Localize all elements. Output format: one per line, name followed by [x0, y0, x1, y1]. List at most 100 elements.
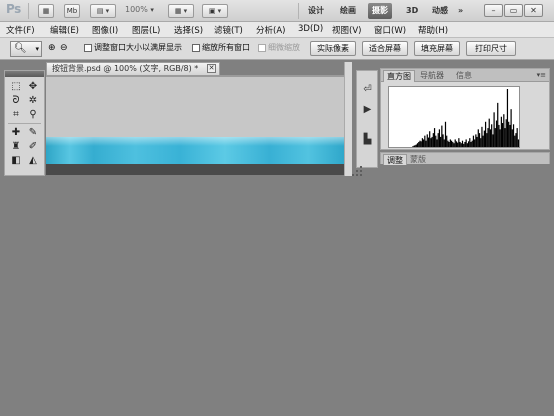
screen-mode-icon: ▣ — [208, 7, 216, 15]
gradient-tool-icon[interactable]: ◭ — [26, 155, 40, 167]
workspace-design[interactable]: 设计 — [304, 3, 328, 19]
clone-stamp-icon[interactable]: ♜ — [9, 141, 23, 153]
document-canvas[interactable] — [46, 77, 344, 175]
menu-filter[interactable]: 滤镜(T) — [214, 24, 243, 36]
scrubby-zoom-checkbox[interactable] — [258, 44, 266, 52]
histogram-bar — [482, 135, 484, 147]
zoom-in-icon[interactable]: ⊕ — [48, 43, 56, 53]
crop-tool-icon[interactable]: ⌗ — [9, 109, 23, 121]
histogram-bar — [419, 140, 421, 147]
histogram-bar — [418, 141, 420, 147]
magic-wand-icon[interactable]: ✲ — [26, 95, 40, 107]
histogram-bar — [512, 124, 515, 147]
menu-file[interactable]: 文件(F) — [6, 24, 35, 36]
actions-panel-icon[interactable]: ▶ — [361, 103, 374, 116]
view-extras-button[interactable]: ▤ ▾ — [90, 4, 116, 18]
menu-edit[interactable]: 编辑(E) — [50, 24, 79, 36]
zoom-value: 100% — [125, 5, 148, 14]
print-size-button[interactable]: 打印尺寸 — [466, 41, 516, 56]
workspace-motion[interactable]: 动感 — [428, 3, 452, 19]
restore-button[interactable]: ▭ — [504, 4, 523, 17]
menu-bar: 文件(F) 编辑(E) 图像(I) 图层(L) 选择(S) 滤镜(T) 分析(A… — [0, 22, 554, 38]
menu-select[interactable]: 选择(S) — [174, 24, 203, 36]
tab-navigator[interactable]: 导航器 — [417, 70, 447, 82]
tab-adjustments[interactable]: 调整 — [383, 154, 407, 165]
fill-screen-button[interactable]: 填充屏幕 — [414, 41, 460, 56]
brush-tool-icon[interactable]: ✎ — [26, 127, 40, 139]
screen-mode-button[interactable]: ▣ ▾ — [202, 4, 228, 18]
histogram-bar — [483, 130, 485, 147]
tab-masks[interactable]: 蒙版 — [407, 154, 429, 165]
menu-window[interactable]: 窗口(W) — [374, 24, 406, 36]
toolbox-header[interactable] — [5, 71, 44, 77]
arrange-documents-button[interactable]: ▦ ▾ — [168, 4, 194, 18]
chevron-down-icon: ▾ — [35, 45, 39, 53]
healing-brush-icon[interactable]: ✚ — [9, 127, 23, 139]
close-icon: ✕ — [530, 6, 537, 15]
histogram-bar — [497, 102, 499, 147]
menu-view[interactable]: 视图(V) — [332, 24, 361, 36]
eraser-tool-icon[interactable]: ◧ — [9, 155, 23, 167]
divider — [298, 3, 299, 19]
tab-info[interactable]: 信息 — [453, 70, 475, 82]
histogram-bar — [441, 125, 443, 147]
bridge-button[interactable]: ▦ — [38, 4, 54, 18]
histogram-bar — [427, 137, 430, 147]
histogram-bar — [488, 118, 490, 147]
panel-menu-icon[interactable]: ▾≡ — [537, 71, 546, 79]
resize-windows-checkbox[interactable] — [84, 44, 92, 52]
marquee-tool-icon[interactable]: ⬚ — [9, 81, 23, 93]
histogram-bar — [446, 135, 448, 147]
workspace-painting[interactable]: 绘画 — [336, 3, 360, 19]
menu-3d[interactable]: 3D(D) — [298, 24, 323, 34]
fit-screen-button[interactable]: 适合屏幕 — [362, 41, 408, 56]
tab-histogram[interactable]: 直方图 — [383, 70, 415, 82]
options-bar: 🔍︎ ▾ ⊕ ⊖ 调整窗口大小以满屏显示 缩放所有窗口 细微缩放 实际像素 适合… — [0, 38, 554, 60]
resize-windows-label: 调整窗口大小以满屏显示 — [94, 43, 182, 52]
zoom-out-icon[interactable]: ⊖ — [60, 43, 68, 53]
history-panel-icon[interactable]: ⏎ — [361, 83, 374, 96]
document-tab[interactable]: 按钮背景.psd @ 100% (文字, RGB/8) * ✕ — [46, 62, 220, 75]
vertical-scrollbar[interactable] — [344, 62, 352, 176]
histogram-bar — [517, 139, 519, 147]
menu-help[interactable]: 帮助(H) — [418, 24, 448, 36]
resize-grip-icon[interactable] — [350, 164, 366, 178]
history-brush-icon[interactable]: ✐ — [26, 141, 40, 153]
histogram-bar — [474, 139, 476, 147]
actual-pixels-button[interactable]: 实际像素 — [310, 41, 356, 56]
histogram-bar — [454, 139, 456, 147]
menu-analysis[interactable]: 分析(A) — [256, 24, 285, 36]
histogram-bar — [455, 141, 458, 147]
histogram-panel: 直方图 导航器 信息 ▾≡ — [380, 68, 550, 150]
histogram-bar — [453, 143, 455, 147]
histogram-bar — [471, 140, 473, 147]
zoom-level[interactable]: 100% ▾ — [125, 5, 154, 14]
tool-preset-picker[interactable]: 🔍︎ ▾ — [10, 41, 42, 57]
minimize-button[interactable]: – — [484, 4, 503, 17]
histogram-bar — [435, 135, 437, 147]
menu-layer[interactable]: 图层(L) — [132, 24, 160, 36]
histogram-bar — [481, 126, 483, 147]
layer-comps-icon[interactable]: ▙ — [361, 133, 374, 146]
mini-bridge-label: Mb — [66, 7, 78, 15]
histogram-bar — [476, 136, 478, 147]
mini-bridge-button[interactable]: Mb — [64, 4, 80, 18]
eyedropper-icon[interactable]: ⚲ — [26, 109, 40, 121]
divider — [8, 123, 41, 124]
histogram-bar — [484, 121, 487, 147]
close-icon[interactable]: ✕ — [207, 64, 216, 73]
zoom-tool-icon: 🔍︎ — [14, 43, 27, 54]
more-workspaces-button[interactable]: » — [458, 3, 463, 19]
menu-image[interactable]: 图像(I) — [92, 24, 118, 36]
histogram-bar — [415, 144, 417, 147]
histogram-graph — [412, 89, 519, 147]
chevron-down-icon: ▾ — [150, 6, 154, 14]
zoom-all-windows-checkbox[interactable] — [192, 44, 200, 52]
move-tool-icon[interactable]: ✥ — [26, 81, 40, 93]
view-extras-icon: ▤ — [96, 7, 104, 15]
lasso-tool-icon[interactable]: ᘐ — [9, 95, 23, 107]
histogram-bar — [509, 124, 511, 147]
workspace-3d[interactable]: 3D — [402, 3, 422, 19]
close-button[interactable]: ✕ — [524, 4, 543, 17]
workspace-photography[interactable]: 摄影 — [368, 3, 392, 19]
